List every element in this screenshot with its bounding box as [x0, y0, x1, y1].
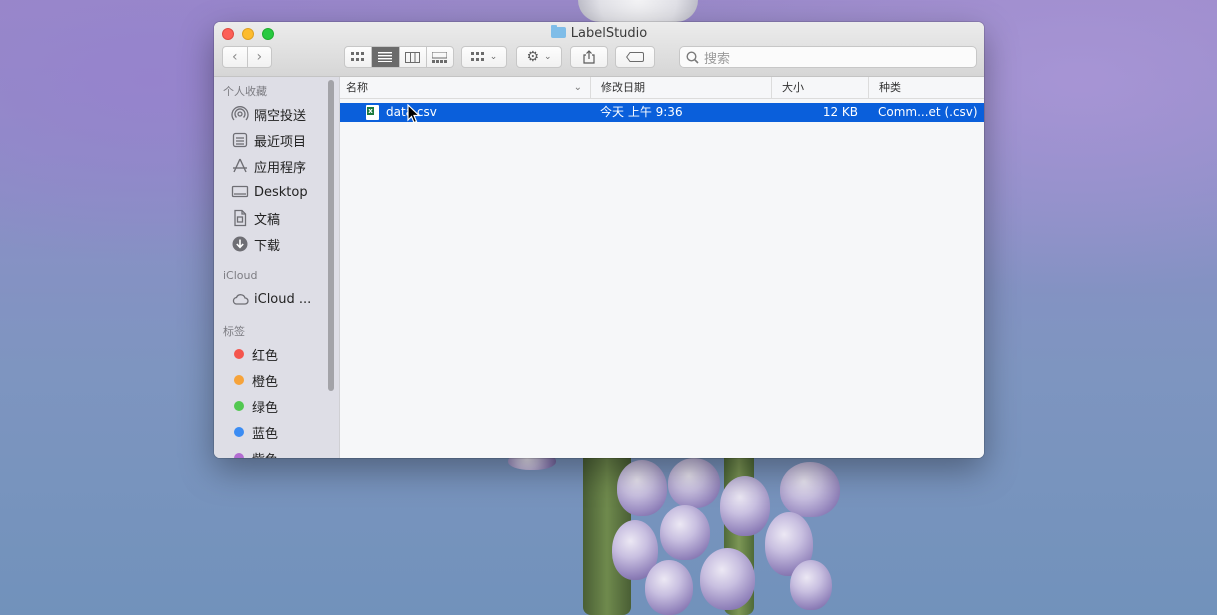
window-title-text: LabelStudio [570, 26, 648, 41]
sidebar-item-documents[interactable]: 文稿 [231, 207, 280, 229]
gallery-icon [432, 51, 448, 63]
column-header-label: 种类 [879, 81, 901, 94]
applications-icon [231, 157, 249, 175]
tag-dot-icon [234, 375, 244, 385]
action-menu-button[interactable]: ⚙ ⌄ [516, 46, 562, 68]
forward-button[interactable]: › [248, 47, 272, 67]
sidebar-section-favorites: 个人收藏 [223, 85, 267, 98]
sort-chevron-icon: ⌄ [573, 82, 582, 93]
column-header-kind[interactable]: 种类 [868, 77, 984, 98]
icon-view-button[interactable] [345, 47, 373, 67]
wallpaper-flower-bud [700, 548, 755, 610]
file-size: 12 KB [822, 105, 858, 119]
tags-button[interactable] [615, 46, 655, 68]
file-kind: Comm...et (.csv) [878, 105, 978, 119]
back-forward-buttons: ‹ › [222, 46, 272, 68]
grid-icon [351, 52, 365, 61]
sidebar-item-applications[interactable]: 应用程序 [231, 155, 306, 177]
sidebar-item-icloud-drive[interactable]: iCloud ... [231, 288, 311, 310]
view-mode-selector [344, 46, 454, 68]
sidebar: 个人收藏 隔空投送 最近项目 应用程序 Desktop 文稿 下载 iCloud [214, 77, 340, 458]
window-title: LabelStudio [214, 25, 984, 41]
chevron-down-icon: ⌄ [489, 52, 498, 62]
sidebar-tag-purple[interactable]: 紫色 [231, 447, 278, 458]
tag-dot-icon [234, 427, 244, 437]
tag-icon [626, 52, 644, 62]
sidebar-tag-green[interactable]: 绿色 [231, 395, 278, 417]
wallpaper-flower-bud [645, 560, 693, 615]
sidebar-tag-blue[interactable]: 蓝色 [231, 421, 278, 443]
column-header-label: 修改日期 [601, 81, 645, 94]
sidebar-section-tags: 标签 [223, 325, 245, 338]
wallpaper-flower-bud [720, 476, 770, 536]
wallpaper-flower-bud [660, 505, 710, 560]
wallpaper-flower-bud [668, 458, 720, 508]
sidebar-item-recents[interactable]: 最近项目 [231, 129, 306, 151]
column-header-size[interactable]: 大小 [771, 77, 868, 98]
columns-icon [405, 51, 421, 63]
wallpaper-flower-bud [780, 462, 840, 517]
sidebar-item-label: iCloud ... [254, 291, 312, 307]
sidebar-item-label: 绿色 [252, 400, 279, 416]
sidebar-item-label: 下载 [254, 238, 281, 254]
sidebar-item-label: 蓝色 [252, 426, 279, 442]
sidebar-section-icloud: iCloud [223, 269, 258, 282]
list-icon [378, 52, 393, 62]
sidebar-item-downloads[interactable]: 下载 [231, 233, 280, 255]
column-header-date[interactable]: 修改日期 [590, 77, 771, 98]
sidebar-item-label: 最近项目 [254, 134, 307, 150]
tag-dot-icon [234, 401, 244, 411]
sidebar-item-label: 应用程序 [254, 160, 307, 176]
sidebar-item-label: 文稿 [254, 212, 281, 228]
column-header-label: 名称 [346, 81, 368, 94]
title-bar[interactable]: LabelStudio ‹ › ⌄ ⚙ ⌄ 搜索 [214, 22, 984, 77]
file-list: 名称 ⌄ 修改日期 大小 种类 data.csv 今天 上午 9:36 12 K… [340, 77, 984, 458]
back-button[interactable]: ‹ [223, 47, 248, 67]
sidebar-scrollbar[interactable] [328, 80, 334, 391]
tag-dot-icon [234, 453, 244, 458]
recents-icon [231, 131, 249, 149]
wallpaper-flower-top [578, 0, 698, 22]
sidebar-item-label: 红色 [252, 348, 279, 364]
gear-icon: ⚙ [526, 49, 539, 65]
column-header-name[interactable]: 名称 ⌄ [340, 77, 590, 98]
wallpaper-flower-bud [617, 460, 667, 516]
airdrop-icon [231, 105, 249, 123]
finder-window: LabelStudio ‹ › ⌄ ⚙ ⌄ 搜索 个人收藏 隔空投送 最近项目 … [214, 22, 984, 458]
cloud-icon [231, 290, 249, 308]
column-header-row: 名称 ⌄ 修改日期 大小 种类 [340, 77, 984, 99]
desktop-icon [231, 183, 249, 201]
sidebar-tag-red[interactable]: 红色 [231, 343, 278, 365]
file-row[interactable]: data.csv 今天 上午 9:36 12 KB Comm...et (.cs… [340, 103, 984, 122]
search-field[interactable]: 搜索 [679, 46, 977, 68]
folder-icon [550, 25, 566, 38]
mouse-cursor-icon [407, 104, 421, 124]
list-view-button[interactable] [372, 47, 400, 67]
sidebar-item-airdrop[interactable]: 隔空投送 [231, 103, 306, 125]
sidebar-item-desktop[interactable]: Desktop [231, 181, 308, 203]
sidebar-item-label: 橙色 [252, 374, 279, 390]
column-header-label: 大小 [782, 81, 804, 94]
share-icon [583, 50, 595, 64]
group-by-button[interactable]: ⌄ [461, 46, 507, 68]
sidebar-item-label: 隔空投送 [254, 108, 307, 124]
chevron-down-icon: ⌄ [544, 52, 552, 62]
sidebar-tag-orange[interactable]: 橙色 [231, 369, 278, 391]
search-icon [686, 50, 699, 64]
share-button[interactable] [570, 46, 608, 68]
csv-file-icon [366, 105, 379, 120]
search-placeholder: 搜索 [704, 51, 731, 67]
column-view-button[interactable] [400, 47, 427, 67]
downloads-icon [231, 235, 249, 253]
wallpaper-flower-bud [790, 560, 832, 610]
gallery-view-button[interactable] [427, 47, 453, 67]
documents-icon [231, 209, 249, 227]
file-date: 今天 上午 9:36 [600, 105, 683, 119]
grid-icon [470, 52, 484, 61]
sidebar-item-label: 紫色 [252, 449, 278, 459]
sidebar-item-label: Desktop [254, 184, 308, 200]
tag-dot-icon [234, 349, 244, 359]
